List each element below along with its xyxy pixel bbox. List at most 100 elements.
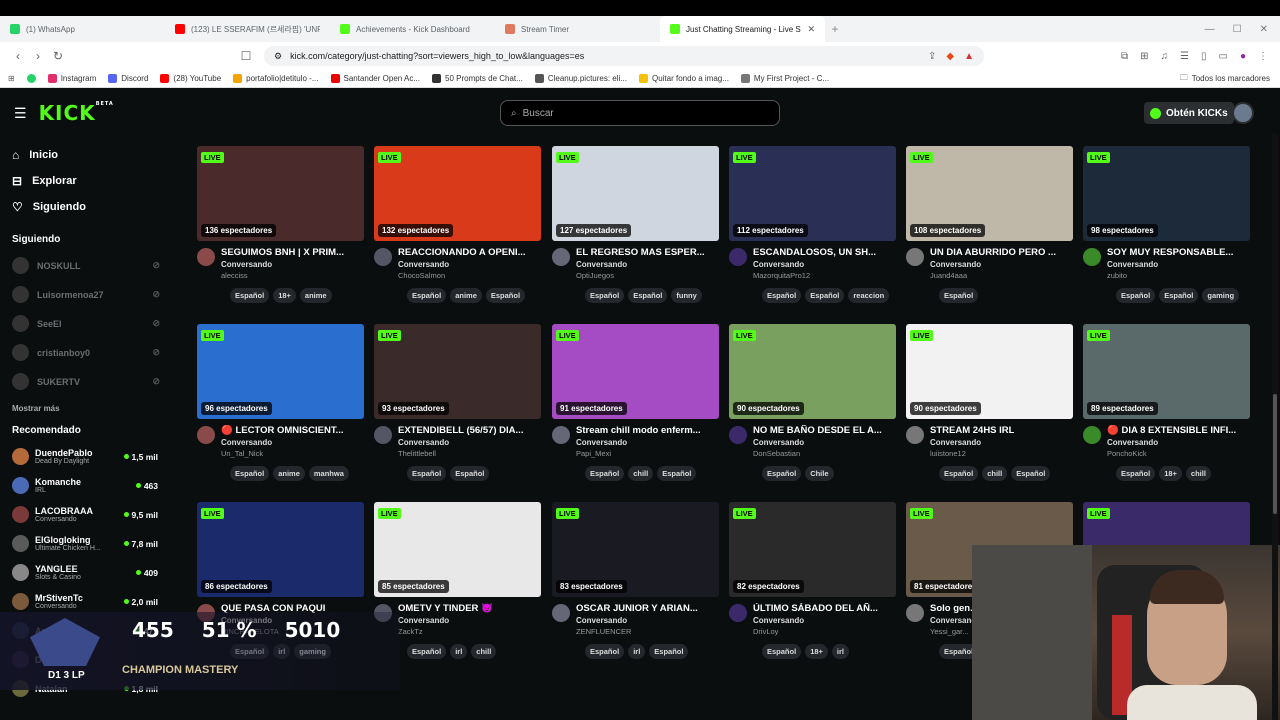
tag-chip[interactable]: chill [982, 466, 1008, 481]
avatar[interactable] [729, 248, 747, 266]
tag-chip[interactable]: irl [831, 644, 850, 659]
stream-thumbnail[interactable]: LIVE 82 espectadores [729, 502, 896, 597]
stream-title[interactable]: REACCIONANDO A OPENI... [398, 247, 526, 258]
get-kicks-button[interactable]: Obtén KICKs [1144, 102, 1234, 124]
stream-title[interactable]: ÚLTIMO SÁBADO DEL AÑ... [753, 603, 878, 614]
stream-title[interactable]: OSCAR JUNIOR Y ARIAN... [576, 603, 698, 614]
stream-card[interactable]: LIVE 90 espectadores STREAM 24HS IRL Conver… [906, 324, 1073, 494]
hamburger-menu-icon[interactable]: ☰ [14, 105, 27, 122]
tag-chip[interactable]: Español [485, 288, 526, 303]
stream-username[interactable]: OptiJuegos [576, 271, 705, 280]
stream-username[interactable]: ZENFLUENCER [576, 627, 698, 636]
tag-chip[interactable]: irl [628, 644, 646, 659]
avatar[interactable] [374, 248, 392, 266]
bookmark-item[interactable]: Santander Open Ac... [330, 74, 420, 83]
tag-chip[interactable]: chill [471, 644, 497, 659]
stream-thumbnail[interactable]: LIVE 108 espectadores [906, 146, 1073, 241]
tag-chip[interactable]: 18+ [805, 644, 828, 659]
recommended-item[interactable]: ElGlogloking Ultimate Chicken H... 7,8 mil [0, 529, 180, 558]
stream-card[interactable]: LIVE 90 espectadores NO ME BAÑO DESDE EL A… [729, 324, 896, 494]
bookmark-item[interactable]: Quitar fondo a imag... [638, 74, 729, 83]
stream-username[interactable]: DrivLoy [753, 627, 878, 636]
tag-chip[interactable]: Español [407, 288, 447, 303]
stream-username[interactable]: zubito [1107, 271, 1233, 280]
recommended-item[interactable]: Komanche IRL 463 [0, 471, 180, 500]
bookmark-item[interactable]: My First Project - C... [740, 74, 829, 83]
stream-thumbnail[interactable]: LIVE 86 espectadores [197, 502, 364, 597]
avatar[interactable] [906, 426, 924, 444]
tag-chip[interactable]: Español [762, 288, 802, 303]
following-item[interactable]: SeeEl ⊘ [0, 309, 180, 338]
stream-title[interactable]: STREAM 24HS IRL [930, 425, 1014, 436]
stream-title[interactable]: EL REGRESO MAS ESPER... [576, 247, 705, 258]
stream-thumbnail[interactable]: LIVE 136 espectadores [197, 146, 364, 241]
stream-category[interactable]: Conversando [930, 438, 1014, 447]
address-bar[interactable]: ⚙ kick.com/category/just-chatting?sort=v… [264, 46, 984, 66]
bookmark-item[interactable]: 50 Prompts de Chat... [432, 74, 523, 83]
avatar[interactable] [906, 248, 924, 266]
stream-card[interactable]: LIVE 108 espectadores UN DIA ABURRIDO PERO… [906, 146, 1073, 316]
stream-category[interactable]: Conversando [221, 260, 344, 269]
tag-chip[interactable]: chill [1185, 466, 1211, 481]
close-window-icon[interactable]: ✕ [1260, 24, 1268, 35]
all-bookmarks-folder[interactable]: 🗀 Todos los marcadores [1180, 72, 1280, 86]
kick-logo[interactable]: KICKBETA [39, 101, 114, 125]
tag-chip[interactable]: reaccion [848, 288, 890, 303]
tag-chip[interactable]: irl [450, 644, 468, 659]
tag-chip[interactable]: gaming [1202, 288, 1240, 303]
stream-category[interactable]: Conversando [1107, 260, 1233, 269]
tag-chip[interactable]: Español [1116, 466, 1156, 481]
stream-card[interactable]: LIVE 112 espectadores ESCANDALOSOS, UN SH.… [729, 146, 896, 316]
avatar[interactable] [197, 248, 215, 266]
stream-username[interactable]: Juand4aaa [930, 271, 1056, 280]
recommended-item[interactable]: DuendePablo Dead By Daylight 1,5 mil [0, 442, 180, 471]
stream-thumbnail[interactable]: LIVE 90 espectadores [906, 324, 1073, 419]
stream-thumbnail[interactable]: LIVE 93 espectadores [374, 324, 541, 419]
bookmark-item[interactable]: Cleanup.pictures: eli... [534, 74, 627, 83]
tag-chip[interactable]: Chile [805, 466, 834, 481]
following-item[interactable]: NOSKULL ⊘ [0, 251, 180, 280]
stream-card[interactable]: LIVE 136 espectadores SEGUIMOS BNH | X PRI… [197, 146, 364, 316]
stream-title[interactable]: SOY MUY RESPONSABLE... [1107, 247, 1233, 258]
new-tab-button[interactable]: + [825, 22, 845, 36]
avatar[interactable] [906, 604, 924, 622]
stream-thumbnail[interactable]: LIVE 83 espectadores [552, 502, 719, 597]
share-icon[interactable]: ⇪ [928, 51, 936, 62]
browser-tab[interactable]: (123) LE SSERAFIM (르세라핌) 'UNFO [165, 16, 330, 42]
tag-chip[interactable]: 18+ [273, 288, 296, 303]
stream-card[interactable]: LIVE 83 espectadores OSCAR JUNIOR Y ARIAN.… [552, 502, 719, 672]
browser-tab[interactable]: Stream Timer [495, 16, 660, 42]
stream-category[interactable]: Conversando [398, 260, 526, 269]
avatar[interactable] [729, 604, 747, 622]
nav-home[interactable]: ⌂ Inicio [0, 142, 180, 168]
stream-username[interactable]: Papi_Mexi [576, 449, 701, 458]
stream-username[interactable]: ZackTz [398, 627, 493, 636]
tag-chip[interactable]: anime [273, 466, 305, 481]
stream-thumbnail[interactable]: LIVE 90 espectadores [729, 324, 896, 419]
tag-chip[interactable]: Español [1011, 466, 1051, 481]
avatar[interactable] [1083, 426, 1101, 444]
bookmark-star-icon[interactable]: ☐ [236, 49, 256, 63]
stream-category[interactable]: Conversando [576, 438, 701, 447]
profile-icon[interactable]: ● [1240, 51, 1246, 62]
stream-title[interactable]: NO ME BAÑO DESDE EL A... [753, 425, 882, 436]
tag-chip[interactable]: Español [939, 466, 979, 481]
stream-title[interactable]: ESCANDALOSOS, UN SH... [753, 247, 876, 258]
tag-chip[interactable]: Español [762, 466, 802, 481]
stream-username[interactable]: Un_Tal_Nick [221, 449, 344, 458]
recommended-item[interactable]: LACOBRAAA Conversando 9,5 mil [0, 500, 180, 529]
wallet-icon[interactable]: ▭ [1219, 51, 1228, 62]
stream-card[interactable]: LIVE 93 espectadores EXTENDIBELL (56/57) D… [374, 324, 541, 494]
show-more-link[interactable]: Mostrar más [0, 404, 180, 413]
stream-username[interactable]: alecciss [221, 271, 344, 280]
back-icon[interactable]: ‹ [8, 49, 28, 63]
menu-dots-icon[interactable]: ⋮ [1258, 51, 1268, 62]
stream-username[interactable]: PonchoKick [1107, 449, 1236, 458]
bookmark-item[interactable]: Discord [108, 74, 148, 83]
sidebar-icon[interactable]: ▯ [1201, 51, 1207, 62]
stream-card[interactable]: LIVE 127 espectadores EL REGRESO MAS ESPER… [552, 146, 719, 316]
tag-chip[interactable]: Español [939, 288, 979, 303]
following-item[interactable]: cristianboy0 ⊘ [0, 338, 180, 367]
shield-icon[interactable]: ◆ [946, 51, 954, 62]
stream-category[interactable]: Conversando [398, 616, 493, 625]
